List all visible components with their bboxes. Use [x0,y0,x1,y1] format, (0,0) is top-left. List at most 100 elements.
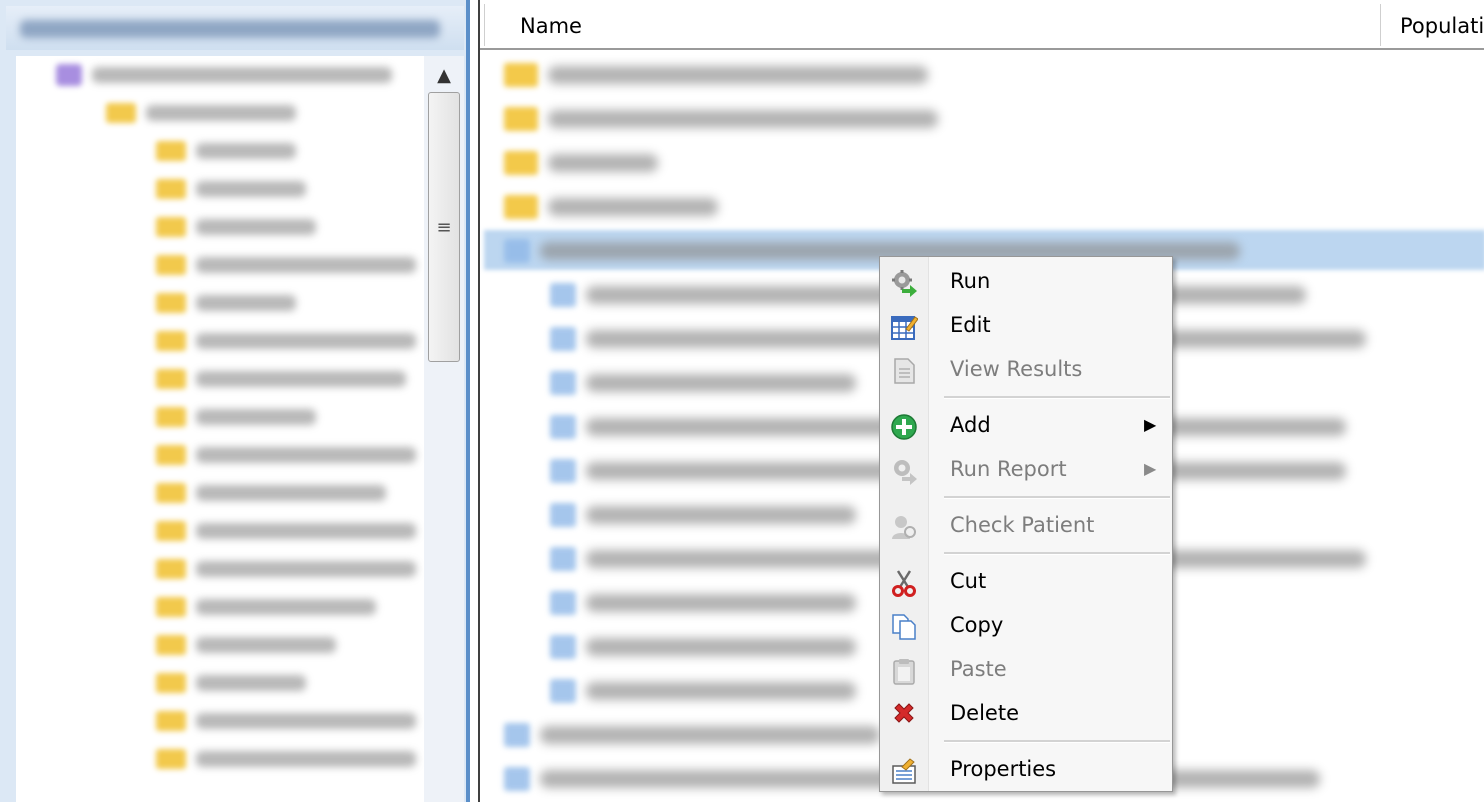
menu-item-label: Run [950,269,991,293]
tree-node[interactable] [156,368,406,390]
tree-node-label-blurred [196,219,316,235]
query-icon [550,591,576,615]
tree-node-label-blurred [196,371,406,387]
list-item[interactable] [504,60,928,90]
list-item[interactable] [504,104,938,134]
column-header-population[interactable]: Populati [1400,14,1484,38]
menu-item-edit[interactable]: Edit [880,305,1172,345]
list-item[interactable] [550,676,856,706]
list-item[interactable] [550,500,856,530]
navigation-tree-pane: ▲ ≡ [0,0,470,802]
folder-icon [156,407,186,427]
tree-node[interactable] [156,596,376,618]
folder-tree[interactable] [16,56,424,802]
query-icon [550,327,576,351]
tree-node-label-blurred [196,599,376,615]
tree-vertical-scrollbar[interactable]: ▲ ≡ [424,56,464,802]
list-item[interactable] [504,720,880,750]
folder-icon [156,521,186,541]
tree-node[interactable] [156,748,416,770]
scroll-thumb[interactable]: ≡ [428,92,460,362]
tree-node[interactable] [156,140,296,162]
tree-pane-title-blurred [20,20,440,38]
list-item-label-blurred [586,682,856,700]
tree-node-label-blurred [196,713,416,729]
patient-icon [892,516,916,539]
query-icon [550,459,576,483]
menu-item-run-report[interactable]: Run Report ▶ [880,449,1172,489]
query-icon [550,415,576,439]
menu-item-view-results[interactable]: View Results [880,349,1172,389]
folder-icon [106,103,136,123]
menu-item-cut[interactable]: Cut [880,561,1172,601]
tree-node-label-blurred [92,67,392,83]
list-item-label-blurred [548,154,658,172]
menu-item-label: Properties [950,757,1057,781]
tree-node[interactable] [106,102,296,124]
list-item-label-blurred [586,506,856,524]
tree-node[interactable] [156,520,416,542]
list-item[interactable] [550,588,856,618]
tree-node-label-blurred [196,561,416,577]
tree-node[interactable] [156,444,416,466]
menu-item-copy[interactable]: Copy [880,605,1172,645]
list-item[interactable] [550,632,856,662]
list-item[interactable] [504,192,718,222]
menu-item-label: Cut [950,569,987,593]
folder-icon [156,331,186,351]
folder-icon [156,711,186,731]
tree-node-label-blurred [196,409,316,425]
tree-node-label-blurred [146,105,296,121]
list-item[interactable] [550,368,856,398]
menu-item-delete[interactable]: Delete [880,693,1172,733]
menu-item-paste[interactable]: Paste [880,649,1172,689]
tree-node[interactable] [156,672,306,694]
tree-node[interactable] [156,330,416,352]
scroll-up-arrow-icon[interactable]: ▲ [424,60,464,90]
tree-node[interactable] [156,216,316,238]
menu-item-properties[interactable]: Properties [880,749,1172,789]
tree-node[interactable] [156,178,306,200]
folder-icon [156,217,186,237]
folder-icon [504,195,538,219]
query-icon [550,503,576,527]
tree-node[interactable] [156,482,386,504]
menu-separator [944,496,1170,499]
menu-item-add[interactable]: Add ▶ [880,405,1172,445]
folder-icon [156,559,186,579]
folder-icon [156,141,186,161]
folder-icon [504,107,538,131]
tree-node[interactable] [156,406,316,428]
folder-icon [156,749,186,769]
tree-node[interactable] [156,710,416,732]
context-menu: Run Edit View Results Add ▶ Run Report ▶… [879,256,1173,792]
tree-node-label-blurred [196,143,296,159]
gear-run-icon [892,270,917,297]
tree-node-label-blurred [196,295,296,311]
column-header-name[interactable]: Name [520,14,582,38]
tree-pane-header [6,6,464,50]
tree-node[interactable] [156,558,416,580]
query-icon [550,283,576,307]
menu-item-label: Run Report [950,457,1067,481]
submenu-arrow-icon: ▶ [1144,459,1157,478]
folder-icon [156,597,186,617]
list-item[interactable] [504,148,658,178]
tree-node-label-blurred [196,523,416,539]
tree-root-node[interactable] [56,64,392,86]
column-divider[interactable] [1380,4,1381,46]
scissors-icon [892,570,916,597]
folder-icon [156,673,186,693]
tree-node[interactable] [156,254,416,276]
menu-item-run[interactable]: Run [880,261,1172,301]
folder-icon [156,255,186,275]
query-icon [550,635,576,659]
folder-icon [156,179,186,199]
folder-icon [156,369,186,389]
menu-item-label: Delete [950,701,1019,725]
menu-item-check-patient[interactable]: Check Patient [880,505,1172,545]
tree-node[interactable] [156,634,336,656]
tree-node-label-blurred [196,447,416,463]
tree-node-label-blurred [196,485,386,501]
tree-node[interactable] [156,292,296,314]
